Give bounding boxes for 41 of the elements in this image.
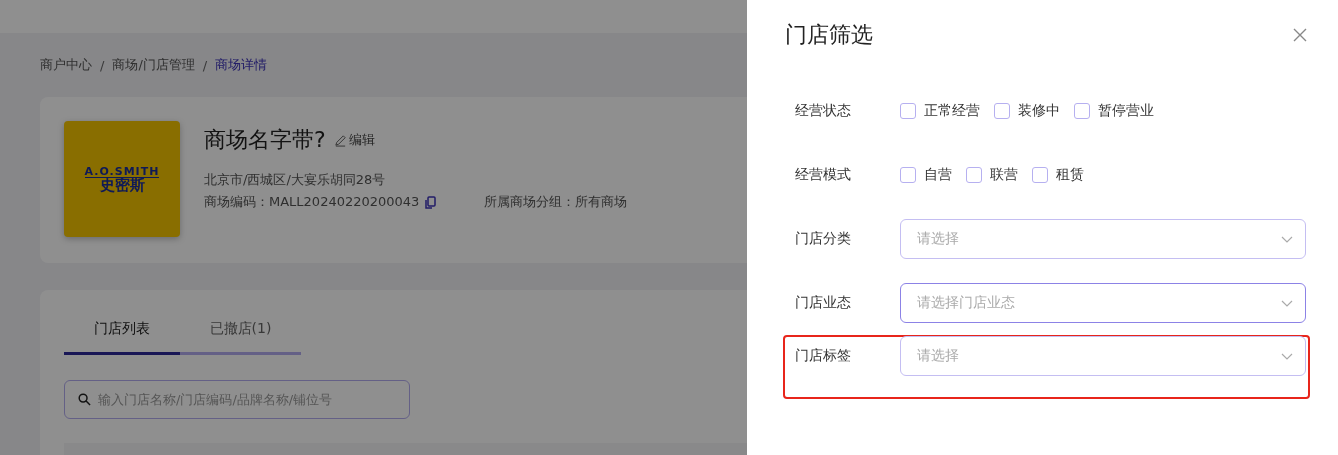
drawer-title: 门店筛选: [785, 21, 873, 49]
breadcrumb-link[interactable]: 商场/门店管理: [112, 56, 195, 74]
tab[interactable]: 已撤店(1): [180, 312, 301, 355]
checkbox[interactable]: [966, 167, 982, 183]
checkbox-label: 装修中: [1018, 102, 1060, 120]
pencil-icon: [333, 133, 347, 147]
checkbox[interactable]: [900, 103, 916, 119]
field-label: 门店业态: [795, 294, 852, 312]
select-field[interactable]: 请选择: [900, 219, 1306, 259]
breadcrumb-separator: /: [202, 57, 208, 73]
breadcrumb-link[interactable]: 商户中心: [40, 56, 92, 74]
mall-logo: A.O.SMITH 史密斯: [64, 121, 180, 237]
mall-code: 商场编码：MALL20240220200043: [204, 193, 420, 211]
copy-icon[interactable]: [425, 195, 437, 209]
chevron-down-icon: [1281, 235, 1293, 243]
checkbox-label: 正常经营: [924, 102, 980, 120]
chevron-down-icon: [1281, 299, 1293, 307]
checkbox-label: 租赁: [1056, 166, 1084, 184]
tab[interactable]: 门店列表: [64, 312, 180, 355]
close-button[interactable]: [1292, 27, 1308, 43]
checkbox[interactable]: [1032, 167, 1048, 183]
breadcrumb-link[interactable]: 商场详情: [215, 56, 268, 74]
chevron-down-icon: [1281, 352, 1293, 360]
mall-name: 商场名字带?: [204, 126, 326, 154]
select-field[interactable]: 请选择门店业态: [900, 283, 1306, 323]
field-label: 门店标签: [795, 347, 852, 365]
mall-group: 所属商场分组：所有商场: [484, 193, 628, 211]
select-field[interactable]: 请选择: [900, 336, 1306, 376]
field-label: 经营模式: [795, 166, 852, 184]
field-label: 门店分类: [795, 230, 852, 248]
breadcrumb-separator: /: [100, 57, 105, 73]
checkbox[interactable]: [1074, 103, 1090, 119]
edit-link[interactable]: 编辑: [333, 131, 375, 149]
mall-address: 北京市/西城区/大宴乐胡同28号: [204, 171, 387, 189]
field-label: 经营状态: [795, 102, 852, 120]
checkbox-label: 自营: [924, 166, 952, 184]
checkbox[interactable]: [900, 167, 916, 183]
checkbox-label: 联营: [990, 166, 1018, 184]
checkbox[interactable]: [994, 103, 1010, 119]
search-icon: [78, 393, 91, 406]
checkbox-label: 暂停营业: [1098, 102, 1154, 120]
